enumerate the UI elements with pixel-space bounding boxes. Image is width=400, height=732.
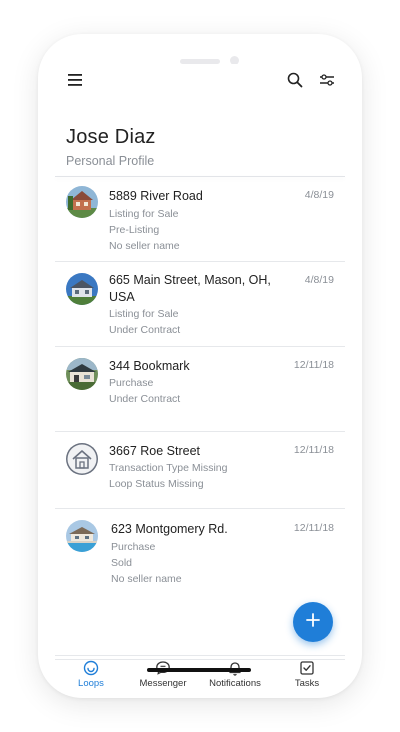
loop-status: Loop Status Missing xyxy=(109,478,204,490)
loop-seller: No seller name xyxy=(109,240,180,252)
loop-transaction-type: Listing for Sale xyxy=(109,308,179,320)
loop-status: Under Contract xyxy=(109,324,181,336)
profile-name: Jose Diaz xyxy=(66,126,156,148)
loop-title: 3667 Roe Street xyxy=(109,444,201,458)
nav-label-messenger: Messenger xyxy=(139,678,187,689)
house-photo-porch xyxy=(66,358,98,390)
loop-title: 665 Main Street, Mason, OH, USA xyxy=(109,273,271,304)
loop-date: 12/11/18 xyxy=(293,522,334,534)
top-bar xyxy=(55,64,345,96)
loop-transaction-type: Transaction Type Missing xyxy=(109,462,228,474)
nav-item-tasks[interactable]: Tasks xyxy=(271,660,343,689)
loop-seller: No seller name xyxy=(111,573,182,585)
loop-item[interactable]: 3667 Roe Street Transaction Type Missing… xyxy=(55,432,345,509)
phone-frame: Jose Diaz Personal Profile 5889 River Ro… xyxy=(38,34,362,698)
profile-subtitle: Personal Profile xyxy=(66,154,155,168)
loop-date: 12/11/18 xyxy=(293,444,334,456)
loop-status: Under Contract xyxy=(109,393,181,405)
loop-title: 344 Bookmark xyxy=(109,359,190,373)
loop-item[interactable]: 344 Bookmark Purchase Under Contract 12/… xyxy=(55,347,345,432)
loop-date: 4/8/19 xyxy=(304,274,334,286)
home-indicator xyxy=(147,668,251,672)
nav-label-tasks: Tasks xyxy=(294,678,320,689)
bottom-nav: Loops Messenger Notifications Tasks xyxy=(55,655,345,692)
plus-icon xyxy=(306,612,320,632)
loop-title: 5889 River Road xyxy=(109,189,203,203)
loop-date: 4/8/19 xyxy=(304,189,334,201)
house-photo-pool xyxy=(66,520,98,552)
house-photo-blue-sky xyxy=(66,273,98,305)
nav-label-notifications: Notifications xyxy=(209,678,261,689)
loop-transaction-type: Purchase xyxy=(111,541,156,553)
checkbox-icon xyxy=(271,660,343,676)
loop-list: 5889 River Road Listing for Sale Pre-Lis… xyxy=(55,177,345,660)
house-placeholder-icon xyxy=(66,443,98,475)
house-photo-brick xyxy=(66,186,98,218)
nav-item-loops[interactable]: Loops xyxy=(55,660,127,689)
loop-item[interactable]: 665 Main Street, Mason, OH, USA Listing … xyxy=(55,262,345,347)
loops-icon xyxy=(55,660,127,676)
loop-title: 623 Montgomery Rd. xyxy=(111,522,228,536)
hamburger-menu-icon[interactable] xyxy=(63,68,87,92)
nav-label-loops: Loops xyxy=(78,678,104,689)
nav-item-notifications[interactable]: Notifications xyxy=(199,660,271,689)
loop-date: 12/11/18 xyxy=(293,359,334,371)
loop-transaction-type: Listing for Sale xyxy=(109,208,179,220)
loop-transaction-type: Purchase xyxy=(109,377,154,389)
nav-item-messenger[interactable]: Messenger xyxy=(127,660,199,689)
loop-item[interactable]: 5889 River Road Listing for Sale Pre-Lis… xyxy=(55,177,345,262)
search-icon[interactable] xyxy=(283,68,307,92)
loop-status: Sold xyxy=(111,557,133,569)
loop-status: Pre-Listing xyxy=(109,224,160,236)
filter-sliders-icon[interactable] xyxy=(315,68,339,92)
app-screen: Jose Diaz Personal Profile 5889 River Ro… xyxy=(55,64,345,689)
add-loop-button[interactable] xyxy=(293,602,333,642)
